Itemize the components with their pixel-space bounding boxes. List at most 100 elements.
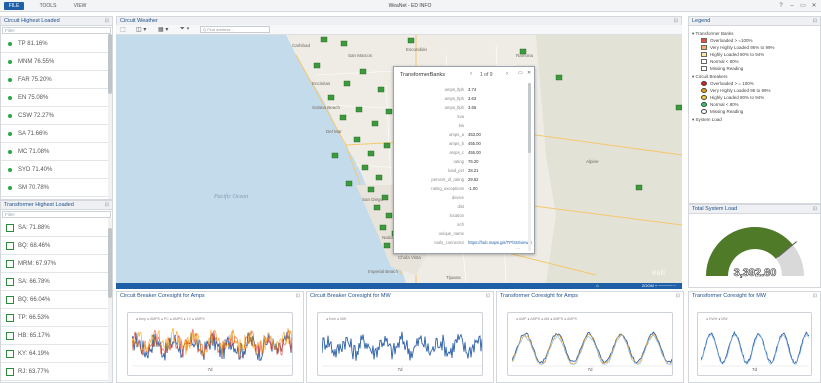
panel-header: Circuit Breaker Coresight for Amps ⊡: [117, 292, 303, 301]
map-scale-bar[interactable]: ZOOM + ───── − ⌂: [116, 283, 682, 289]
pin-icon[interactable]: ⊡: [105, 201, 109, 210]
select-tool-icon[interactable]: ⬚: [120, 26, 126, 33]
checkbox[interactable]: [6, 242, 14, 250]
panel-header: Circuit Breaker Coresight for MW ⊡: [307, 292, 493, 301]
close-icon[interactable]: ✕: [527, 70, 531, 76]
list-item[interactable]: SA: 71.88%: [1, 219, 112, 237]
maximize-icon[interactable]: ▭: [799, 2, 807, 10]
list-item[interactable]: MNM 76.55%: [1, 53, 112, 71]
list-item[interactable]: EN 75.08%: [1, 89, 112, 107]
legend-group-header[interactable]: ▾ Transformer Banks: [692, 30, 734, 37]
pin-icon[interactable]: ⊡: [813, 292, 817, 301]
list-item[interactable]: RJ: 63.77%: [1, 363, 112, 381]
chart-legend: ● Amp ● AMPS ● PC ● AMPS ● 1V ● AMPS: [136, 317, 205, 321]
list-item[interactable]: SM 70.78%: [1, 179, 112, 197]
scrollbar[interactable]: [108, 34, 112, 199]
pin-icon[interactable]: ⊡: [105, 17, 109, 26]
list-item[interactable]: KY: 64.19%: [1, 345, 112, 363]
pin-icon[interactable]: ⊡: [813, 17, 817, 26]
chart-plot: [132, 327, 292, 367]
previous-icon[interactable]: ‹: [470, 71, 472, 77]
tools-menu[interactable]: TOOLS: [38, 2, 58, 10]
circuit-filter-input[interactable]: Filter: [2, 27, 111, 34]
home-icon[interactable]: ⌂: [596, 283, 599, 289]
list-item[interactable]: BQ: 66.04%: [1, 291, 112, 309]
checkbox[interactable]: [6, 350, 14, 358]
list-item-label: SA: 66.78%: [18, 279, 50, 285]
field-value: 3.74: [468, 87, 477, 92]
list-item[interactable]: MC 71.08%: [1, 143, 112, 161]
panel-title: Transformer Highest Loaded: [4, 202, 74, 208]
checkbox[interactable]: [6, 260, 14, 268]
checkbox[interactable]: [6, 314, 14, 322]
help-icon[interactable]: ?: [777, 2, 785, 10]
zoom-control[interactable]: ZOOM + ───── −: [642, 283, 676, 289]
field-value: https://hub.maps.gis/TP/SD/view/Ed: [468, 240, 532, 245]
status-dot-icon: [8, 42, 12, 46]
circle-swatch-icon: [701, 109, 707, 114]
filter-icon[interactable]: ⏷ ▾: [180, 26, 189, 33]
list-item[interactable]: TP 81.16%: [1, 35, 112, 53]
legend-item-label: Normal < 80%: [710, 59, 739, 64]
legend-item: Very Highly Loaded 95% to 99%: [701, 44, 775, 51]
legend-item: Missing Reading: [701, 108, 743, 115]
next-icon[interactable]: ›: [506, 71, 508, 77]
list-item[interactable]: SYD 71.40%: [1, 161, 112, 179]
field-label: amps_b: [449, 141, 464, 146]
panel-title: Total System Load: [692, 206, 738, 212]
pin-icon[interactable]: ⊡: [676, 292, 680, 301]
field-value: 455.00: [468, 150, 481, 155]
place-label: Encinitas: [312, 81, 331, 86]
pin-icon[interactable]: ⊡: [296, 292, 300, 301]
chart-range-label: 7d: [397, 367, 403, 372]
list-item-label: KY: 64.19%: [18, 351, 50, 357]
basemap-icon[interactable]: ▦ ▾: [158, 26, 168, 33]
chart-legend: ● AMP ● AMPS ● AM ● AMPS ● AMPS: [516, 317, 577, 321]
list-item[interactable]: TP: 66.53%: [1, 309, 112, 327]
checkbox[interactable]: [6, 296, 14, 304]
checkbox[interactable]: [6, 224, 14, 232]
more-icon[interactable]: ⋯: [516, 246, 520, 251]
list-item[interactable]: SA 71.66%: [1, 125, 112, 143]
list-item-label: BQ: 66.04%: [18, 297, 51, 303]
legend-group-title: Transformer Banks: [695, 31, 734, 36]
chart-panel: Transformer Coresight for Amps ⊡ ● AMP ● …: [496, 291, 684, 383]
list-item-label: MNM 76.55%: [18, 59, 55, 65]
maximize-icon[interactable]: ▭: [518, 70, 523, 76]
field-value: 28.21: [468, 168, 479, 173]
list-item[interactable]: HB: 65.17%: [1, 327, 112, 345]
square-swatch-icon: [701, 52, 707, 57]
close-icon[interactable]: ✕: [810, 2, 818, 10]
field-label: tools_connector: [434, 240, 464, 245]
legend-item-label: Highly Loaded 80% to 94%: [710, 95, 765, 100]
checkbox[interactable]: [6, 368, 14, 376]
checkbox[interactable]: [6, 278, 14, 286]
map-toolbar: ⬚ ◫ ▾ ▦ ▾ ⏷ ▾ Q Find address...: [116, 25, 682, 35]
list-item[interactable]: CSW 72.27%: [1, 107, 112, 125]
file-menu[interactable]: FILE: [4, 2, 24, 10]
legend-group-header[interactable]: ▾ System Load: [692, 116, 722, 123]
chart-title: Transformer Coresight for MW: [692, 293, 767, 299]
list-item-label: MC 71.08%: [18, 149, 50, 155]
scrollbar[interactable]: [108, 218, 112, 382]
pin-icon[interactable]: ⊡: [813, 205, 817, 214]
checkbox[interactable]: [6, 332, 14, 340]
list-item[interactable]: MRM: 67.97%: [1, 255, 112, 273]
circle-swatch-icon: [701, 88, 707, 93]
pin-icon[interactable]: ⊡: [486, 292, 490, 301]
legend-group-header[interactable]: ▾ Circuit Breakers: [692, 73, 728, 80]
find-address-input[interactable]: Q Find address...: [200, 26, 270, 33]
field-label: load_pct: [448, 168, 464, 173]
chart-frame: ● AMP ● AMPS ● AM ● AMPS ● AMPS 7d: [507, 312, 673, 376]
layers-icon[interactable]: ◫ ▾: [136, 26, 146, 33]
view-menu[interactable]: VIEW: [72, 2, 88, 10]
minimize-icon[interactable]: –: [788, 2, 796, 10]
popup-scrollbar[interactable]: [528, 83, 531, 251]
legend-group-title: Circuit Breakers: [695, 74, 728, 79]
list-item[interactable]: BQ: 68.46%: [1, 237, 112, 255]
transformer-filter-input[interactable]: Filter: [2, 211, 111, 218]
list-item[interactable]: FAR 75.20%: [1, 71, 112, 89]
list-item[interactable]: SA: 66.78%: [1, 273, 112, 291]
transformer-popup: TransformerBanks ‹ 1 of 9 › ▭ ✕ amps_ltp…: [393, 66, 535, 254]
panel-title: Legend: [692, 18, 711, 24]
